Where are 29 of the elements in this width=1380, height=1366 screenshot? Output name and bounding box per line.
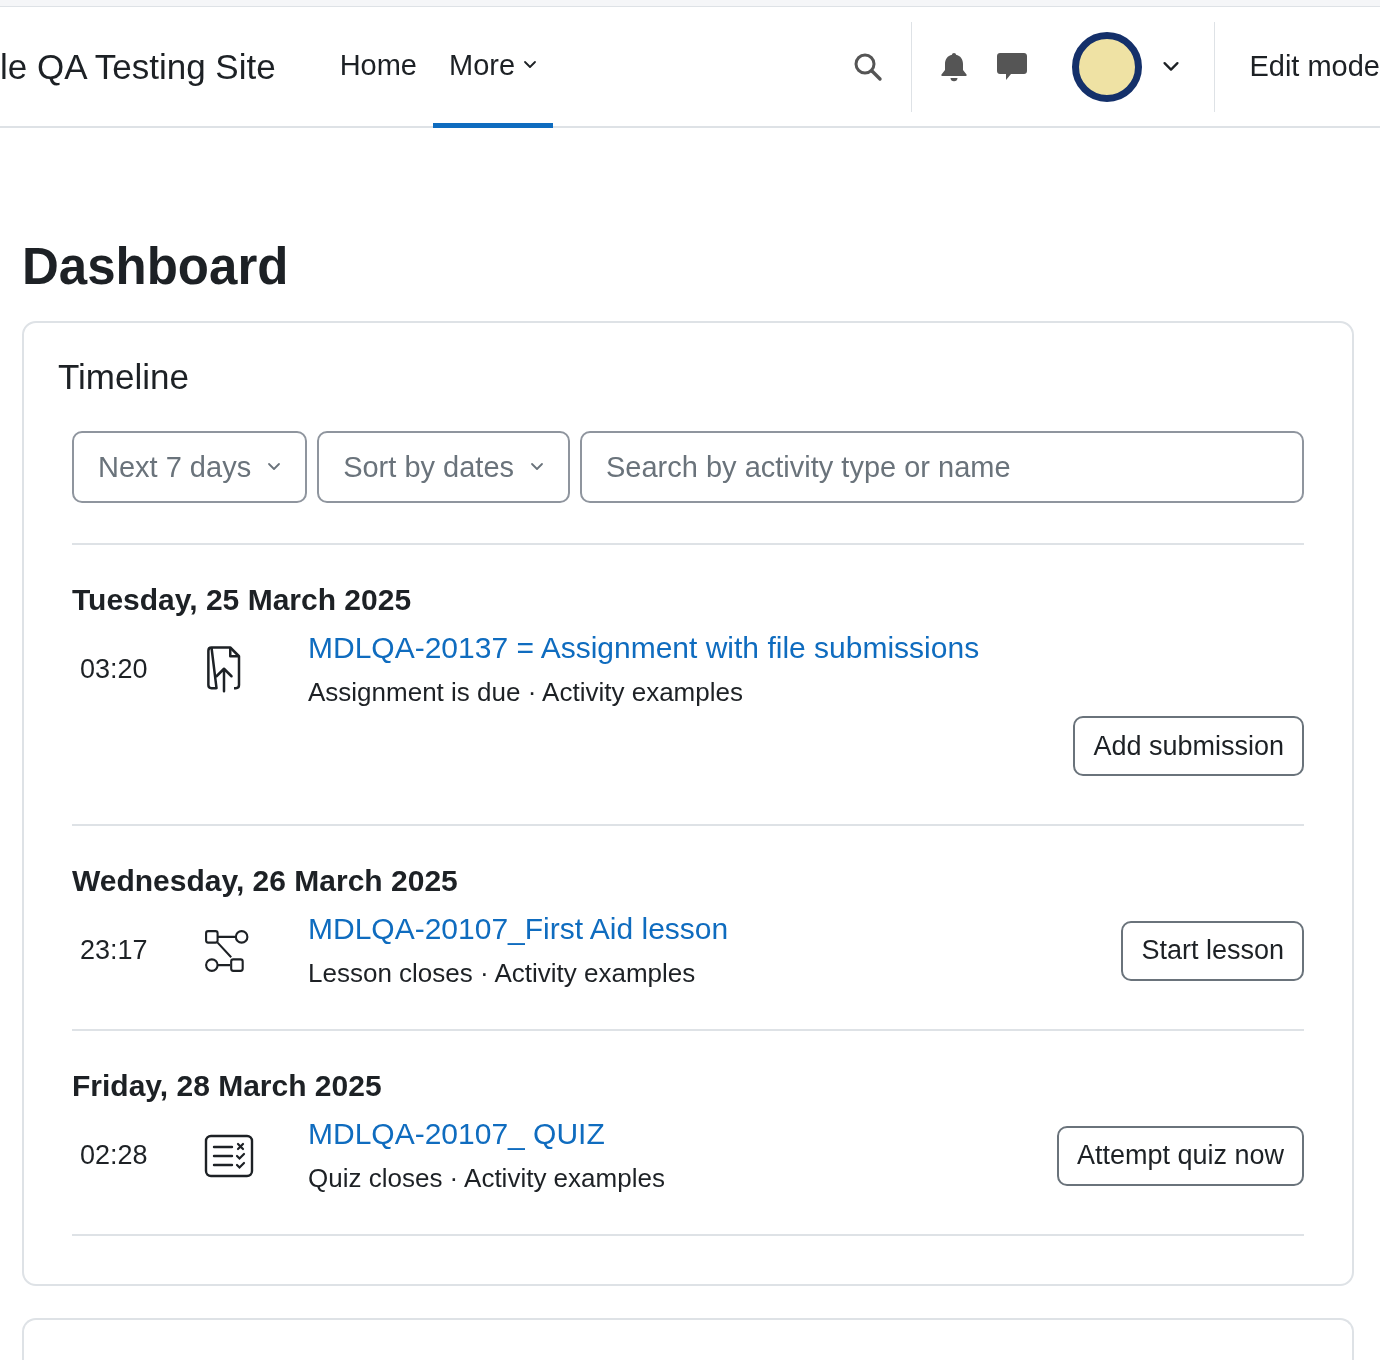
date-heading: Tuesday, 25 March 2025 bbox=[72, 583, 413, 618]
date-heading: Friday, 28 March 2025 bbox=[72, 1069, 383, 1104]
event-link[interactable]: MDLQA-20137 = Assignment with file submissions bbox=[308, 631, 980, 666]
action-button[interactable]: Attempt quiz now bbox=[1056, 1125, 1304, 1186]
edit-mode-label: Edit mode bbox=[1248, 50, 1380, 83]
date-heading: Wednesday, 26 March 2025 bbox=[72, 864, 459, 899]
nav-link[interactable]: More bbox=[433, 7, 554, 128]
checklist-icon bbox=[204, 1133, 254, 1178]
bell-icon[interactable] bbox=[940, 50, 969, 83]
event-details: Quiz closes · Activity examples bbox=[308, 1163, 665, 1195]
event-link[interactable]: MDLQA-20107_ QUIZ bbox=[308, 1117, 665, 1152]
dropdown[interactable]: Next 7 days bbox=[72, 431, 308, 504]
site-name[interactable]: le QA Testing Site bbox=[0, 46, 276, 87]
event-time: 03:20 bbox=[79, 654, 149, 686]
action-button[interactable]: Start lesson bbox=[1121, 920, 1304, 981]
event-time: 02:28 bbox=[79, 1140, 149, 1172]
card-title: Timeline bbox=[58, 357, 190, 398]
event-details: Lesson closes · Activity examples bbox=[308, 958, 697, 990]
event-time: 23:17 bbox=[79, 935, 149, 967]
event-details: Assignment is due · Activity examples bbox=[308, 677, 744, 709]
nav-link[interactable]: Home bbox=[323, 7, 433, 128]
flow-diagram-icon bbox=[204, 927, 250, 974]
action-button[interactable]: Add submission bbox=[1073, 716, 1304, 777]
event-link[interactable]: MDLQA-20107_First Aid lesson bbox=[308, 912, 729, 947]
dropdown[interactable]: Sort by dates bbox=[317, 431, 570, 504]
search-field[interactable]: Search by activity type or name bbox=[580, 431, 1304, 504]
chat-icon[interactable] bbox=[996, 51, 1029, 82]
search-icon[interactable] bbox=[853, 51, 884, 82]
page-title: Dashboard bbox=[22, 237, 290, 297]
